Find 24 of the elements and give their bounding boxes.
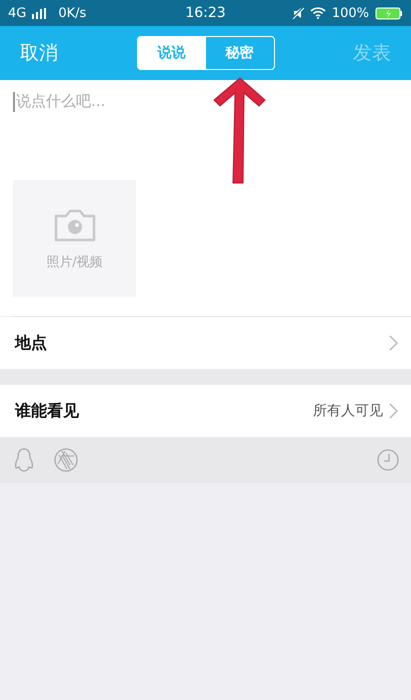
row-label: 谁能看见 (15, 400, 80, 422)
signal-icon (32, 8, 46, 18)
aperture-icon[interactable] (54, 448, 78, 472)
penguin-icon[interactable] (14, 448, 34, 472)
speed-label: 0K/s (58, 6, 86, 20)
battery-icon (375, 6, 404, 20)
mute-icon (292, 7, 304, 19)
wifi-icon (310, 7, 326, 19)
chevron-right-icon (389, 335, 398, 351)
media-label: 照片/视频 (46, 254, 103, 270)
segment-tab[interactable]: 说说 (138, 37, 206, 69)
row-value: 所有人可见 (313, 402, 383, 420)
add-media-tile[interactable]: 照片/视频 (13, 180, 136, 297)
clock: 16:23 (185, 5, 226, 21)
settings-row[interactable]: 地点 (0, 317, 411, 369)
post-text-field[interactable]: 说点什么吧... (0, 80, 411, 180)
cancel-button[interactable]: 取消 (20, 40, 58, 66)
row-label: 地点 (15, 332, 48, 354)
network-label: 4G (8, 6, 26, 20)
settings-row[interactable]: 谁能看见 所有人可见 (0, 385, 411, 437)
chevron-right-icon (389, 403, 398, 419)
segment-tab[interactable]: 秘密 (206, 37, 274, 69)
clock-icon[interactable] (377, 449, 399, 471)
battery-percent: 100% (332, 6, 370, 20)
